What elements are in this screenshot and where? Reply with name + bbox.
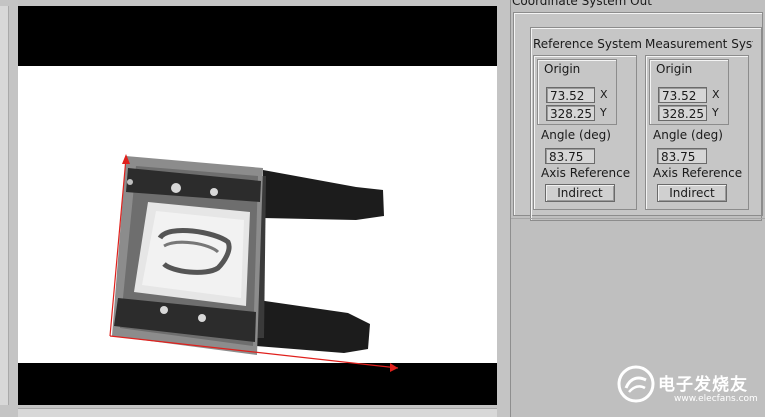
reference-x-label: X [600, 88, 608, 101]
coordinate-system-inner: Reference System Origin 73.52 X 328.25 Y… [530, 27, 762, 221]
measurement-y-label: Y [712, 106, 719, 119]
measurement-origin-x-field[interactable]: 73.52 [658, 87, 707, 103]
reference-system-title: Reference System [533, 37, 641, 51]
right-panel: Coordinate System Out Reference System O… [510, 0, 765, 417]
reference-axis-reference-selector[interactable]: Indirect [545, 184, 615, 202]
reference-origin-label: Origin [544, 62, 581, 76]
measurement-system-title: Measurement Syste [645, 37, 753, 51]
horizontal-scrollbar[interactable] [18, 408, 497, 417]
measurement-system: Measurement Syste Origin 73.52 X 328.25 … [645, 33, 753, 213]
measurement-angle-field[interactable]: 83.75 [657, 148, 707, 164]
coordinate-system-cluster: Reference System Origin 73.52 X 328.25 Y… [513, 12, 763, 221]
reference-angle-field[interactable]: 83.75 [545, 148, 595, 164]
panel-divider [511, 218, 765, 219]
measurement-axis-reference-selector[interactable]: Indirect [657, 184, 727, 202]
reference-origin-y-field[interactable]: 328.25 [546, 105, 595, 121]
reference-origin-x-field[interactable]: 73.52 [546, 87, 595, 103]
reference-axis-reference-label: Axis Reference [541, 166, 631, 180]
image-display[interactable] [0, 0, 510, 417]
watermark: 电子发烧友 www.elecfans.com [616, 360, 761, 410]
reference-system-box: Origin 73.52 X 328.25 Y Angle (deg) 83.7… [533, 55, 637, 210]
watermark-text: 电子发烧友 [658, 375, 748, 395]
coordinate-system-title: Coordinate System Out [512, 0, 652, 8]
vertical-scrollbar[interactable] [0, 6, 9, 405]
measurement-origin-y-field[interactable]: 328.25 [658, 105, 707, 121]
watermark-url: www.elecfans.com [674, 394, 758, 404]
measurement-axis-reference-label: Axis Reference [653, 166, 743, 180]
measurement-angle-label: Angle (deg) [653, 128, 723, 142]
reference-origin: Origin 73.52 X 328.25 Y [537, 59, 617, 125]
watermark-logo-icon [617, 365, 655, 403]
measurement-origin-label: Origin [656, 62, 693, 76]
measurement-system-box: Origin 73.52 X 328.25 Y Angle (deg) 83.7… [645, 55, 749, 210]
measurement-origin: Origin 73.52 X 328.25 Y [649, 59, 729, 125]
reference-angle-label: Angle (deg) [541, 128, 611, 142]
measurement-x-label: X [712, 88, 720, 101]
fuse-image [109, 154, 399, 372]
reference-system: Reference System Origin 73.52 X 328.25 Y… [533, 33, 641, 213]
image-canvas[interactable] [18, 6, 497, 405]
reference-y-label: Y [600, 106, 607, 119]
